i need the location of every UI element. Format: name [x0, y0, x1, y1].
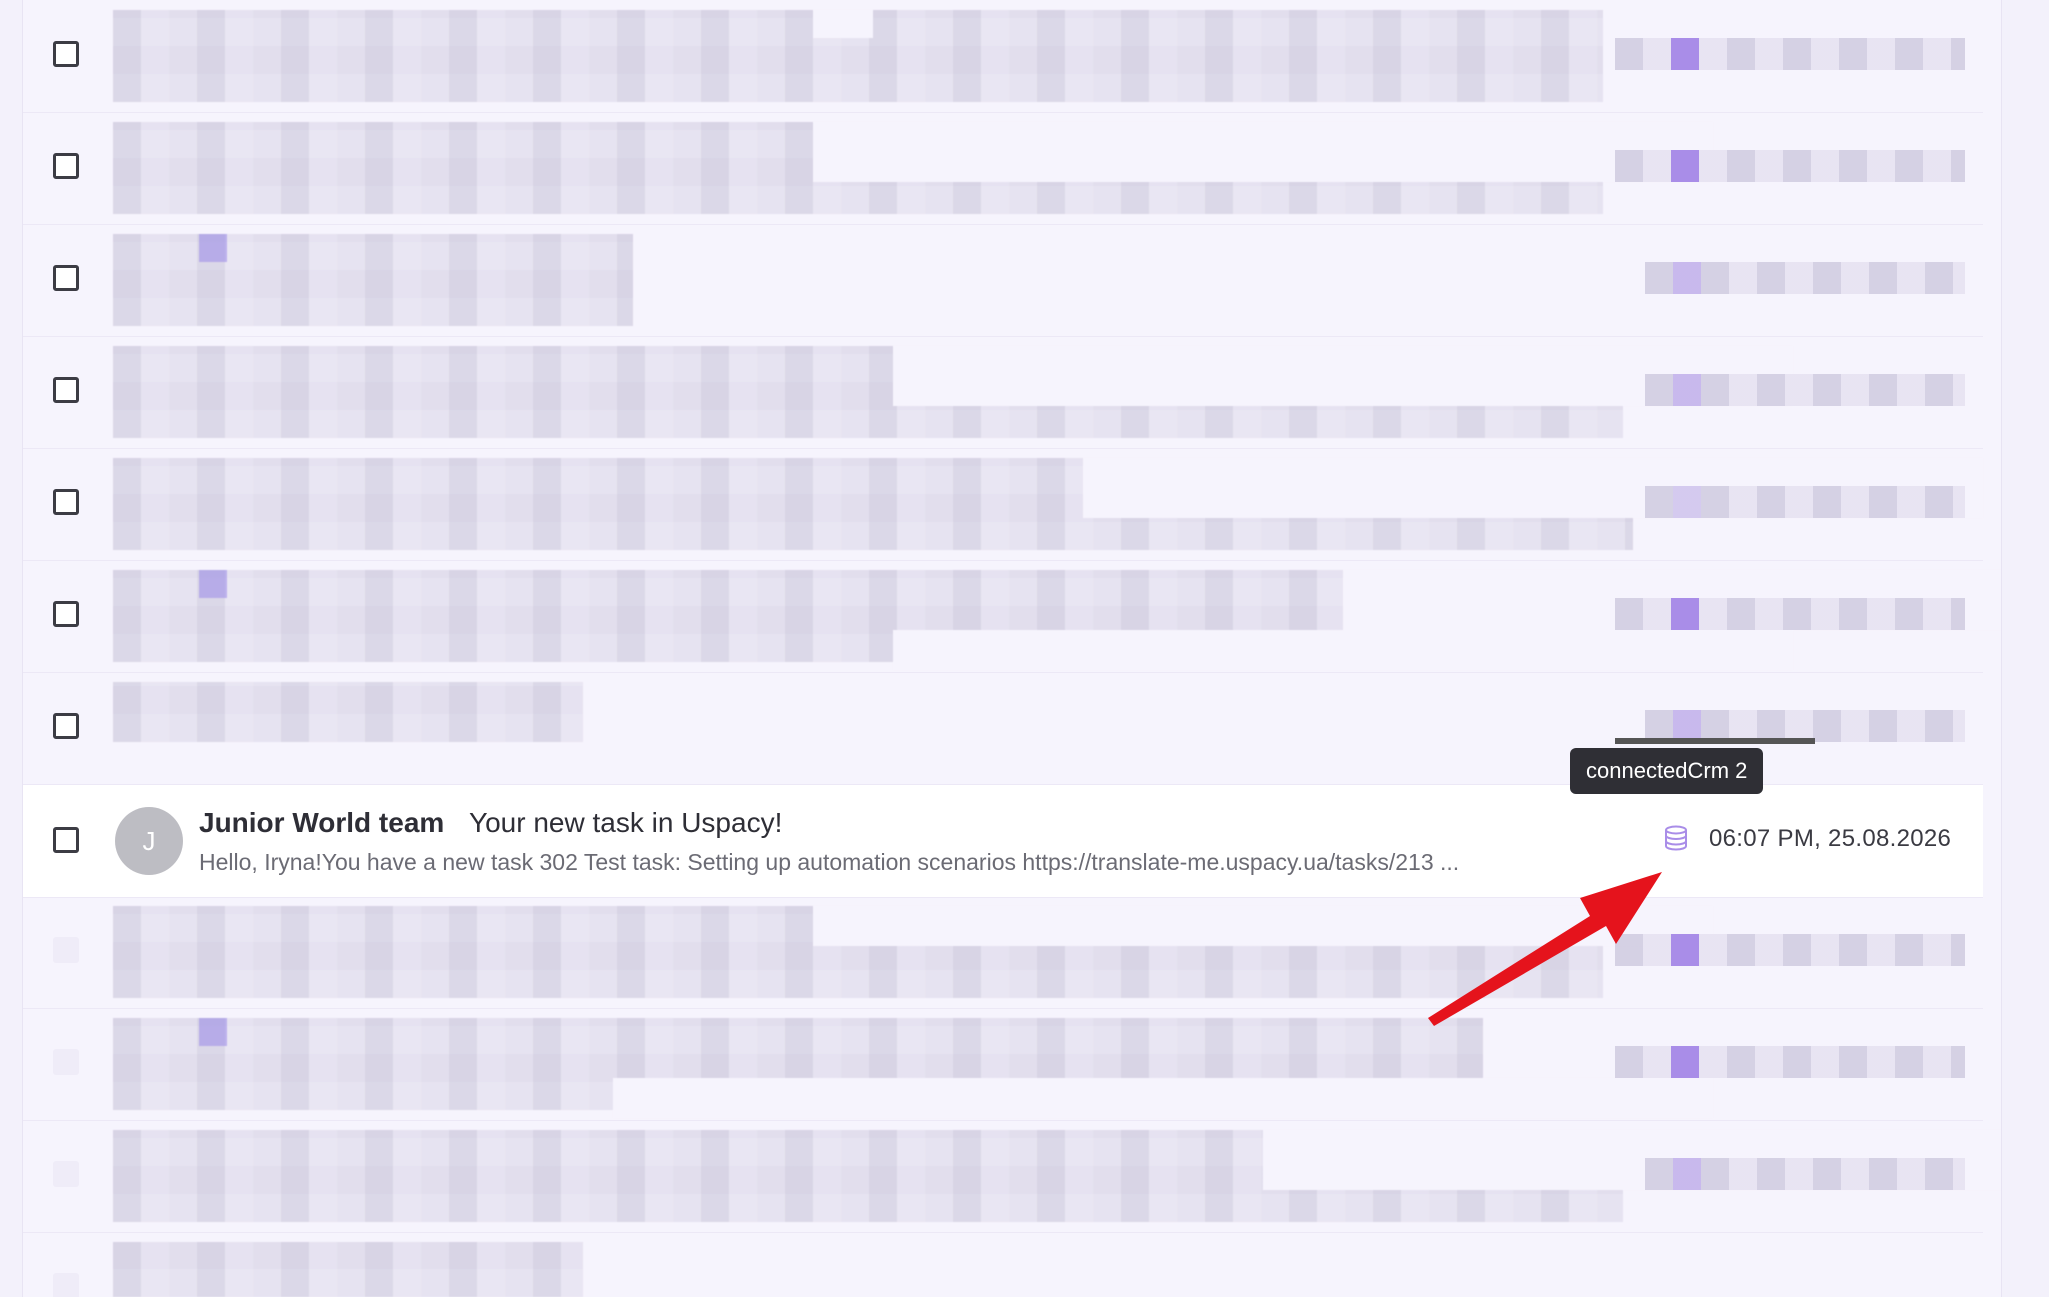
row-checkbox[interactable] — [53, 1273, 79, 1297]
annotation-arrow — [1428, 872, 1662, 1026]
blurred-content — [113, 346, 1793, 438]
row-checkbox[interactable] — [53, 601, 79, 627]
row-checkbox[interactable] — [53, 713, 79, 739]
row-checkbox[interactable] — [53, 377, 79, 403]
blurred-content — [113, 906, 1713, 998]
blurred-content — [113, 1130, 2001, 1222]
blurred-content — [113, 10, 1603, 102]
message-date: 06:07 PM, 25.08.2026 — [1709, 825, 1952, 852]
row-checkbox[interactable] — [53, 153, 79, 179]
list-item[interactable] — [23, 896, 1983, 1009]
blurred-content — [113, 122, 1713, 214]
avatar: J — [115, 807, 183, 875]
blurred-content — [113, 234, 633, 326]
message-row-selected[interactable]: J Junior World team Your new task in Usp… — [23, 784, 1983, 898]
blurred-meta — [1615, 150, 1965, 182]
row-checkbox[interactable] — [53, 41, 79, 67]
message-list: J Junior World team Your new task in Usp… — [22, 0, 2002, 1297]
blurred-meta — [1645, 1158, 1965, 1190]
row-checkbox[interactable] — [53, 827, 79, 853]
list-item[interactable] — [23, 224, 1983, 337]
sender-name: Junior World team — [199, 807, 445, 838]
list-item[interactable] — [23, 448, 1983, 561]
message-subject: Your new task in Uspacy! — [469, 807, 783, 838]
row-checkbox[interactable] — [53, 265, 79, 291]
blurred-content — [113, 682, 583, 742]
list-item[interactable] — [23, 1232, 1983, 1297]
list-item[interactable] — [23, 0, 1983, 113]
blurred-content — [113, 570, 2001, 670]
blurred-meta — [1615, 1046, 1965, 1078]
blurred-meta — [1615, 598, 1965, 630]
database-icon[interactable] — [1661, 823, 1691, 853]
row-checkbox[interactable] — [53, 937, 79, 963]
blurred-meta — [1645, 486, 1965, 518]
row-checkbox[interactable] — [53, 1161, 79, 1187]
blurred-meta — [1645, 262, 1965, 294]
blurred-content — [113, 458, 1983, 550]
list-item[interactable] — [23, 336, 1983, 449]
crm-tooltip: connectedCrm 2 — [1570, 748, 1764, 794]
row-checkbox[interactable] — [53, 1049, 79, 1075]
list-item[interactable] — [23, 1008, 1983, 1121]
list-item[interactable] — [23, 560, 2001, 673]
blurred-meta — [1615, 38, 1965, 70]
list-item[interactable] — [23, 1120, 2001, 1233]
blurred-content — [113, 1018, 1713, 1118]
list-item[interactable] — [23, 112, 1983, 225]
blurred-meta — [1645, 374, 1965, 406]
partial-row-peek — [135, 738, 1815, 756]
row-checkbox[interactable] — [53, 489, 79, 515]
blurred-content — [113, 1242, 583, 1297]
